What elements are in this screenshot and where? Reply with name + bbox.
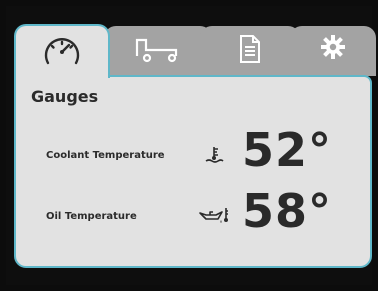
coolant-temperature-label: Coolant Temperature	[46, 150, 165, 161]
gear-icon	[320, 26, 346, 64]
coolant-temperature-icon	[204, 145, 224, 169]
tab-gauges[interactable]	[14, 24, 110, 78]
tab-settings[interactable]	[290, 26, 376, 76]
gauges-panel: Gauges Coolant Temperature 52° Oil Tempe…	[14, 75, 372, 268]
oil-temperature-value: 58°	[242, 184, 333, 238]
coolant-temperature-value: 52°	[242, 123, 333, 177]
oil-temperature-icon	[198, 205, 230, 229]
speedometer-icon	[40, 26, 84, 72]
document-icon	[238, 26, 262, 68]
truck-icon	[132, 26, 184, 68]
tab-document[interactable]	[200, 26, 300, 76]
display-screen: Gauges Coolant Temperature 52° Oil Tempe…	[6, 6, 376, 285]
tab-vehicle[interactable]	[104, 26, 212, 76]
panel-title: Gauges	[31, 87, 99, 106]
oil-temperature-label: Oil Temperature	[46, 211, 137, 222]
